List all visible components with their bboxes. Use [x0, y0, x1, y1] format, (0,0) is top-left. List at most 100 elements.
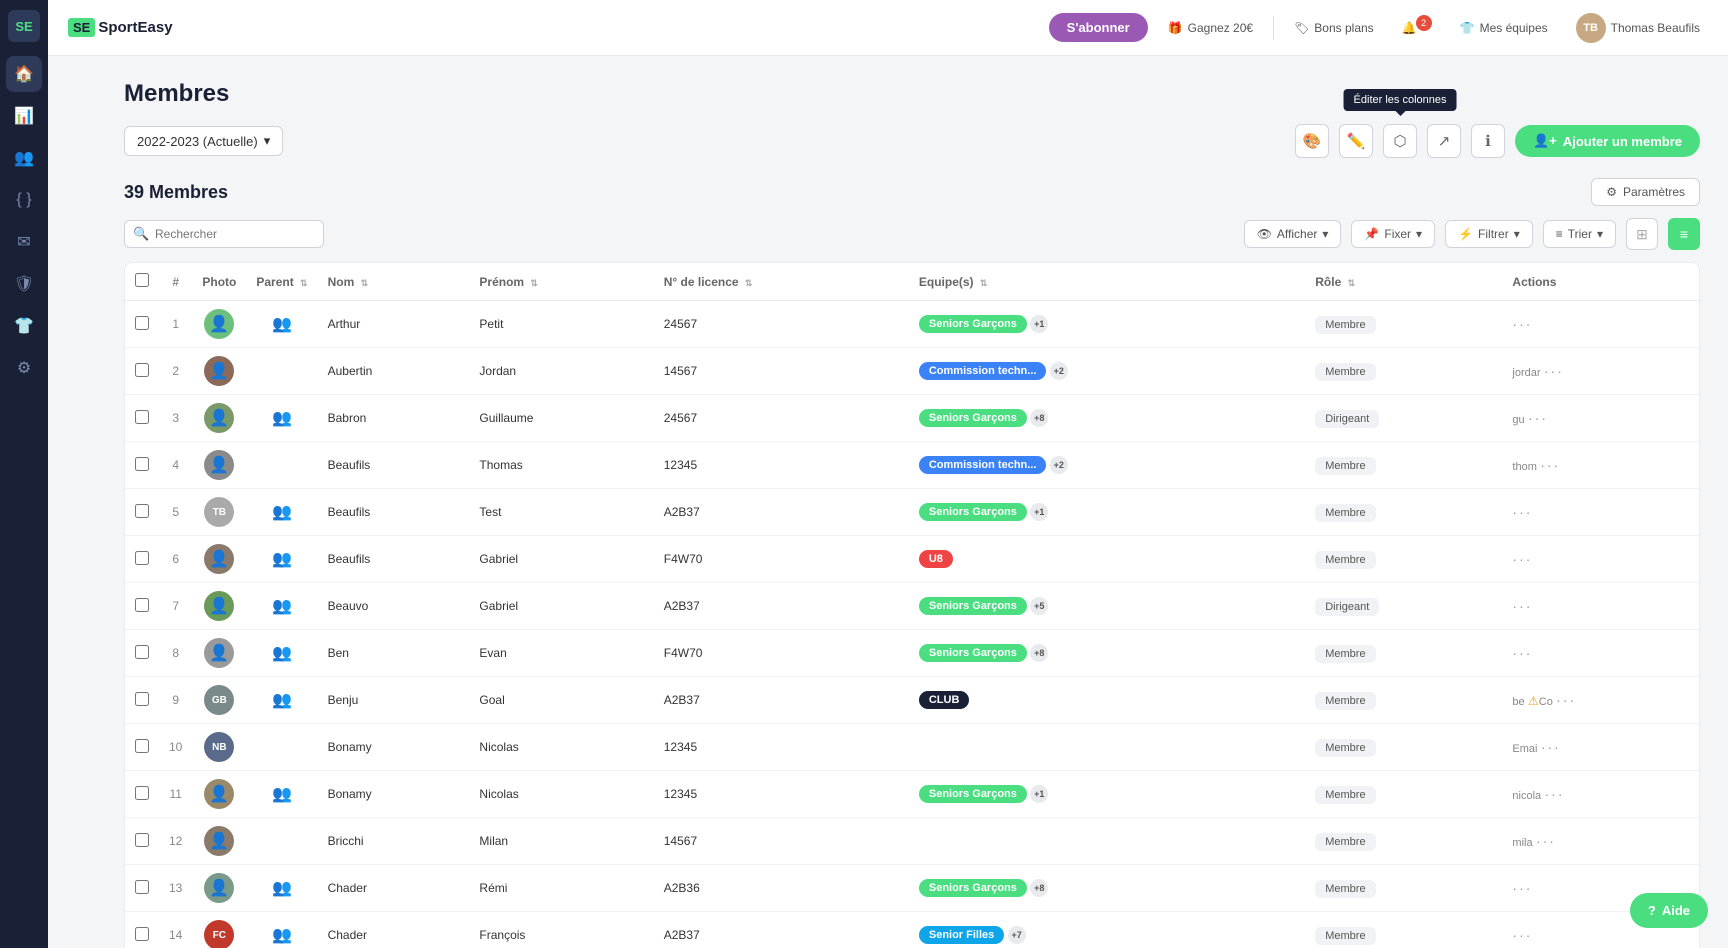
role-badge: Membre — [1315, 786, 1375, 804]
actions-menu[interactable]: ··· — [1556, 692, 1576, 708]
sidebar-item-shield[interactable]: 🛡 — [6, 266, 42, 302]
trier-button[interactable]: ≡ Trier ▾ — [1543, 220, 1616, 248]
row-checkbox-cell[interactable] — [125, 724, 159, 771]
col-role[interactable]: Rôle ⇅ — [1305, 263, 1502, 301]
row-checkbox[interactable] — [135, 504, 149, 518]
row-checkbox[interactable] — [135, 598, 149, 612]
row-checkbox-cell[interactable] — [125, 818, 159, 865]
row-checkbox-cell[interactable] — [125, 865, 159, 912]
row-prenom: Guillaume — [469, 395, 653, 442]
row-checkbox[interactable] — [135, 551, 149, 565]
row-checkbox[interactable] — [135, 457, 149, 471]
actions-menu[interactable]: ··· — [1512, 316, 1532, 332]
row-checkbox-cell[interactable] — [125, 912, 159, 948]
actions-menu[interactable]: ··· — [1512, 645, 1532, 661]
equipe-badge: Seniors Garçons — [919, 503, 1027, 521]
row-actions[interactable]: ··· — [1502, 301, 1699, 348]
row-checkbox[interactable] — [135, 786, 149, 800]
actions-menu[interactable]: ··· — [1541, 739, 1561, 755]
row-checkbox-cell[interactable] — [125, 583, 159, 630]
role-badge: Membre — [1315, 363, 1375, 381]
add-member-button[interactable]: 👤+ Ajouter un membre — [1515, 125, 1700, 157]
row-checkbox[interactable] — [135, 739, 149, 753]
actions-menu[interactable]: ··· — [1512, 598, 1532, 614]
row-checkbox[interactable] — [135, 645, 149, 659]
share-button[interactable]: ↗ — [1427, 124, 1461, 158]
row-actions[interactable]: thom ··· — [1502, 442, 1699, 489]
row-checkbox[interactable] — [135, 410, 149, 424]
fixer-button[interactable]: 📌 Fixer ▾ — [1351, 220, 1435, 248]
row-checkbox-cell[interactable] — [125, 489, 159, 536]
subscribe-button[interactable]: S'abonner — [1049, 13, 1148, 42]
row-actions[interactable]: Emai ··· — [1502, 724, 1699, 771]
afficher-button[interactable]: 👁 Afficher ▾ — [1244, 220, 1342, 248]
topnav-teams[interactable]: 👕 Mes équipes — [1452, 21, 1556, 35]
row-actions[interactable]: gu ··· — [1502, 395, 1699, 442]
sidebar-item-home[interactable]: 🏠 — [6, 56, 42, 92]
actions-menu[interactable]: ··· — [1545, 786, 1565, 802]
topnav-offers[interactable]: 🏷 Bons plans — [1286, 21, 1382, 35]
row-checkbox-cell[interactable] — [125, 677, 159, 724]
row-checkbox-cell[interactable] — [125, 348, 159, 395]
col-prenom[interactable]: Prénom ⇅ — [469, 263, 653, 301]
row-actions[interactable]: ··· — [1502, 536, 1699, 583]
grid-view-button[interactable]: ⊞ — [1626, 218, 1658, 250]
row-checkbox[interactable] — [135, 880, 149, 894]
filtrer-button[interactable]: ⚡ Filtrer ▾ — [1445, 220, 1533, 248]
row-checkbox-cell[interactable] — [125, 536, 159, 583]
actions-menu[interactable]: ··· — [1512, 551, 1532, 567]
row-actions[interactable]: ··· — [1502, 489, 1699, 536]
topnav-earn[interactable]: 🎁 Gagnez 20€ — [1160, 21, 1261, 35]
filter-color-button[interactable]: 🎨 — [1295, 124, 1329, 158]
season-select[interactable]: 2022-2023 (Actuelle) ▾ — [124, 126, 283, 156]
actions-menu[interactable]: ··· — [1536, 833, 1556, 849]
actions-menu[interactable]: ··· — [1512, 880, 1532, 896]
select-all-checkbox[interactable] — [135, 273, 149, 287]
offers-label: Bons plans — [1314, 21, 1373, 35]
sidebar-item-people[interactable]: 👥 — [6, 140, 42, 176]
row-actions[interactable]: mila ··· — [1502, 818, 1699, 865]
topnav-notifications[interactable]: 🔔 2 — [1394, 21, 1440, 35]
row-checkbox[interactable] — [135, 363, 149, 377]
help-button[interactable]: ? Aide — [1630, 893, 1708, 928]
row-photo: 👤 — [192, 348, 246, 395]
row-actions[interactable]: jordar ··· — [1502, 348, 1699, 395]
actions-menu[interactable]: ··· — [1512, 504, 1532, 520]
info-button[interactable]: ℹ — [1471, 124, 1505, 158]
actions-menu[interactable]: ··· — [1528, 410, 1548, 426]
edit-columns-button[interactable]: ⬡ Éditer les colonnes — [1383, 124, 1417, 158]
sidebar-item-stats[interactable]: 📊 — [6, 98, 42, 134]
sidebar-item-settings[interactable]: ⚙ — [6, 350, 42, 386]
topnav-user[interactable]: TB Thomas Beaufils — [1568, 13, 1708, 43]
row-checkbox-cell[interactable] — [125, 442, 159, 489]
col-licence[interactable]: N° de licence ⇅ — [654, 263, 909, 301]
sidebar-item-shirt[interactable]: 👕 — [6, 308, 42, 344]
row-actions[interactable]: be ⚠Co ··· — [1502, 677, 1699, 724]
edit-button[interactable]: ✏️ — [1339, 124, 1373, 158]
row-actions[interactable]: ··· — [1502, 630, 1699, 677]
row-actions[interactable]: ··· — [1502, 583, 1699, 630]
row-checkbox-cell[interactable] — [125, 395, 159, 442]
sidebar-logo[interactable]: SE — [8, 10, 40, 42]
row-checkbox[interactable] — [135, 833, 149, 847]
row-checkbox[interactable] — [135, 692, 149, 706]
sidebar-item-code[interactable]: { } — [6, 182, 42, 218]
actions-menu[interactable]: ··· — [1512, 927, 1532, 943]
col-parent[interactable]: Parent ⇅ — [246, 263, 317, 301]
actions-menu[interactable]: ··· — [1544, 363, 1564, 379]
row-checkbox-cell[interactable] — [125, 771, 159, 818]
col-num: # — [159, 263, 192, 301]
search-input[interactable] — [124, 220, 324, 248]
col-nom[interactable]: Nom ⇅ — [318, 263, 470, 301]
list-view-button[interactable]: ≡ — [1668, 218, 1700, 250]
col-equipes[interactable]: Equipe(s) ⇅ — [909, 263, 1305, 301]
row-actions[interactable]: nicola ··· — [1502, 771, 1699, 818]
actions-menu[interactable]: ··· — [1540, 457, 1560, 473]
row-checkbox-cell[interactable] — [125, 630, 159, 677]
sidebar-item-mail[interactable]: ✉ — [6, 224, 42, 260]
row-checkbox-cell[interactable] — [125, 301, 159, 348]
equipe-badge: Seniors Garçons — [919, 644, 1027, 662]
row-checkbox[interactable] — [135, 316, 149, 330]
row-checkbox[interactable] — [135, 927, 149, 941]
params-button[interactable]: ⚙ Paramètres — [1591, 178, 1700, 206]
